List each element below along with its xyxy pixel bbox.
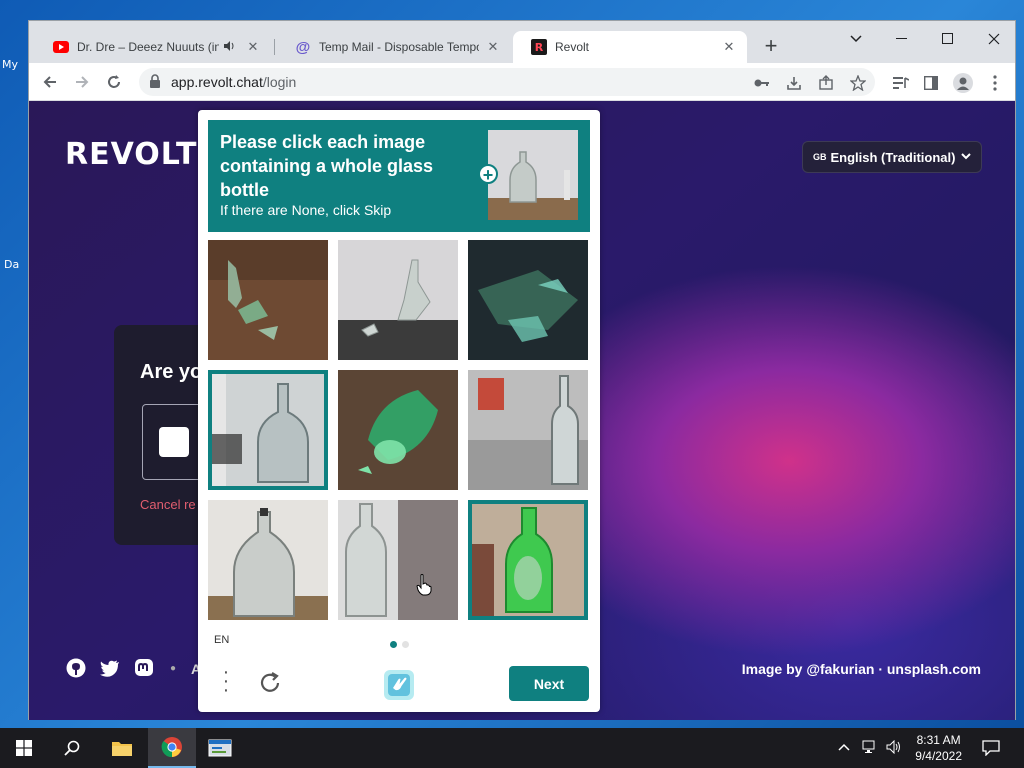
volume-icon[interactable] xyxy=(886,739,902,757)
speaker-icon[interactable] xyxy=(223,40,235,55)
image-credit[interactable]: Image by @fakurian · unsplash.com xyxy=(742,661,981,677)
tab-revolt[interactable]: R Revolt ✕ xyxy=(513,31,747,63)
tab-title: Dr. Dre – Deeez Nuuuts (inst xyxy=(77,40,219,54)
svg-text:R: R xyxy=(535,41,544,54)
captcha-challenge: Please click each image containing a who… xyxy=(198,110,600,712)
bookmark-star-icon[interactable] xyxy=(849,74,867,92)
captcha-tile-8[interactable] xyxy=(338,500,458,620)
address-bar[interactable]: app.revolt.chat/login xyxy=(139,68,875,96)
forward-arrow-icon[interactable] xyxy=(69,69,95,95)
captcha-tile-9[interactable] xyxy=(468,500,588,620)
maximize-button[interactable] xyxy=(925,25,971,53)
file-explorer-icon[interactable] xyxy=(98,728,146,768)
chevron-down-icon xyxy=(961,149,971,164)
flag-label: GB xyxy=(813,152,827,162)
chrome-icon[interactable] xyxy=(148,728,196,768)
refresh-icon[interactable] xyxy=(258,670,284,696)
media-control-icon[interactable] xyxy=(891,73,911,93)
captcha-subtext: If there are None, click Skip xyxy=(220,202,392,218)
install-app-icon[interactable] xyxy=(785,74,803,92)
close-tab-icon[interactable]: ✕ xyxy=(485,39,501,55)
menu-dots-icon[interactable]: · · · xyxy=(218,662,234,700)
close-tab-icon[interactable]: ✕ xyxy=(721,39,737,55)
tab-temp-mail[interactable]: @ Temp Mail - Disposable Tempora ✕ xyxy=(277,31,511,63)
language-code[interactable]: EN xyxy=(214,634,229,646)
side-panel-icon[interactable] xyxy=(921,73,941,93)
captcha-tile-7[interactable] xyxy=(208,500,328,620)
minimize-button[interactable] xyxy=(879,25,925,53)
youtube-icon xyxy=(53,39,69,55)
clock-time: 8:31 AM xyxy=(916,733,961,747)
separator-dot: ● xyxy=(170,663,177,674)
twitter-icon[interactable] xyxy=(99,657,121,679)
tab-divider xyxy=(274,39,275,55)
revolt-icon: R xyxy=(531,39,547,55)
checkbox-square xyxy=(159,427,189,457)
browser-toolbar: app.revolt.chat/login xyxy=(29,63,1015,101)
url-host: app.revolt.chat xyxy=(171,74,263,90)
network-icon[interactable] xyxy=(862,740,878,757)
revolt-logo: REVOLT xyxy=(65,137,198,172)
captcha-tile-3[interactable] xyxy=(468,240,588,360)
page-indicator-active xyxy=(390,641,397,648)
captcha-tile-5[interactable] xyxy=(338,370,458,490)
profile-avatar-icon[interactable] xyxy=(953,73,973,93)
hcaptcha-logo-icon[interactable] xyxy=(382,668,416,702)
captcha-header: Please click each image containing a who… xyxy=(208,120,590,232)
cancel-link[interactable]: Cancel re xyxy=(140,497,196,512)
mouse-cursor-icon xyxy=(416,574,432,601)
github-icon[interactable] xyxy=(65,657,87,679)
lock-icon[interactable] xyxy=(149,74,161,93)
url-path: /login xyxy=(262,74,297,90)
desktop-icon-label[interactable]: Da xyxy=(4,258,19,271)
plus-icon[interactable]: + xyxy=(478,164,498,185)
tab-title: Temp Mail - Disposable Tempora xyxy=(319,40,479,54)
taskbar: 8:31 AM 9/4/2022 xyxy=(0,728,1024,768)
tab-search-icon[interactable] xyxy=(833,25,879,53)
language-select[interactable]: GB English (Traditional) xyxy=(802,141,982,173)
close-tab-icon[interactable]: ✕ xyxy=(245,39,261,55)
more-menu-icon[interactable] xyxy=(985,73,1005,93)
search-icon[interactable] xyxy=(48,728,96,768)
next-button[interactable]: Next xyxy=(509,666,589,701)
captcha-example-image[interactable] xyxy=(488,130,578,220)
share-icon[interactable] xyxy=(817,74,835,92)
tab-youtube[interactable]: Dr. Dre – Deeez Nuuuts (inst ✕ xyxy=(35,31,271,63)
captcha-tile-4[interactable] xyxy=(208,370,328,490)
system-clock[interactable]: 8:31 AM 9/4/2022 xyxy=(915,732,962,764)
login-question: Are yo xyxy=(140,361,203,383)
captcha-prompt: Please click each image containing a who… xyxy=(220,132,434,200)
key-icon[interactable] xyxy=(753,74,771,92)
captcha-tile-6[interactable] xyxy=(468,370,588,490)
url-text: app.revolt.chat/login xyxy=(171,74,296,90)
close-window-button[interactable] xyxy=(971,25,1017,53)
at-sign-icon: @ xyxy=(295,38,311,56)
page-indicator xyxy=(402,641,409,648)
app-window-icon[interactable] xyxy=(196,728,244,768)
captcha-tile-1[interactable] xyxy=(208,240,328,360)
reload-icon[interactable] xyxy=(101,69,127,95)
notification-icon[interactable] xyxy=(982,740,1000,759)
desktop-icon-label[interactable]: My xyxy=(2,58,18,71)
chevron-up-icon[interactable] xyxy=(838,740,850,755)
new-tab-button[interactable]: + xyxy=(759,35,783,59)
tab-bar: Dr. Dre – Deeez Nuuuts (inst ✕ @ Temp Ma… xyxy=(29,21,1015,63)
tab-title: Revolt xyxy=(555,40,590,54)
captcha-tile-2[interactable] xyxy=(338,240,458,360)
back-arrow-icon[interactable] xyxy=(37,69,63,95)
language-label: English (Traditional) xyxy=(830,149,956,165)
clock-date: 9/4/2022 xyxy=(915,749,962,763)
mastodon-icon[interactable] xyxy=(133,657,155,679)
windows-start-icon[interactable] xyxy=(0,728,48,768)
